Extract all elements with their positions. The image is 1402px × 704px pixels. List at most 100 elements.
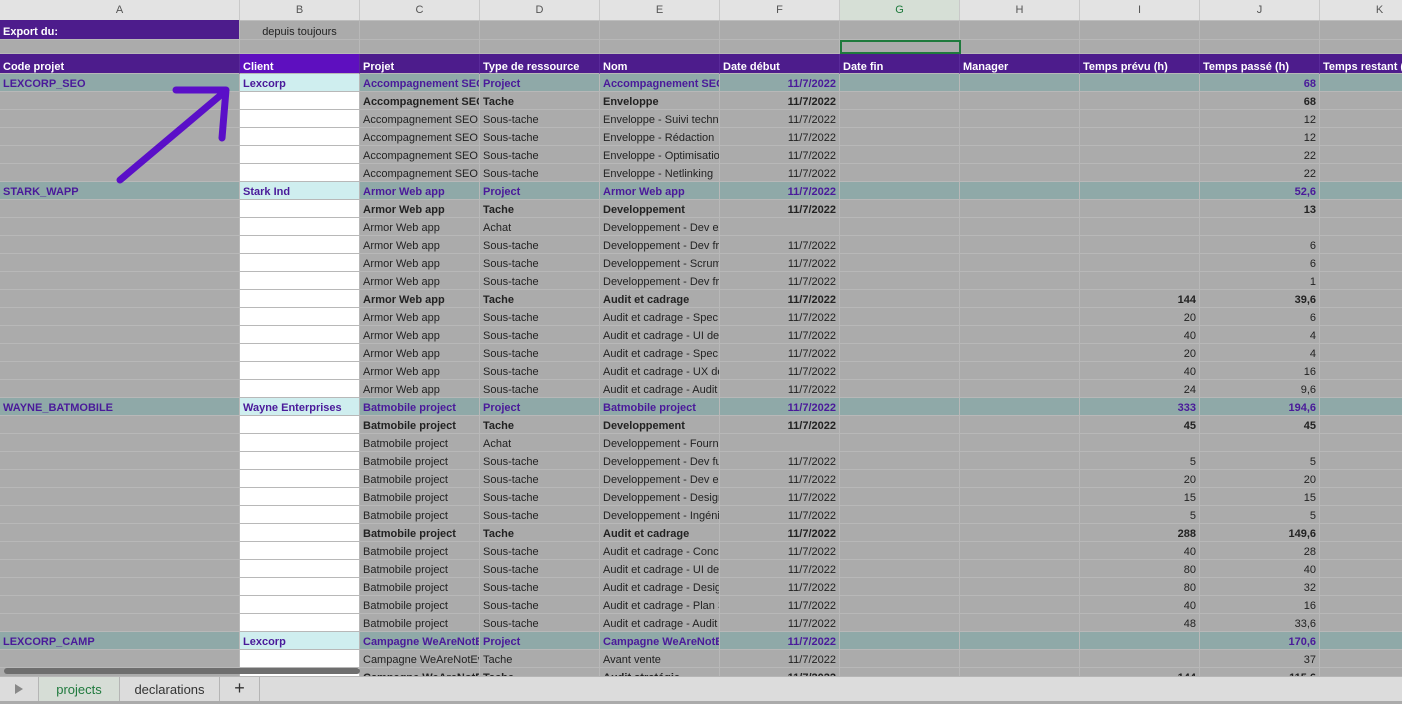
cell[interactable]: 11/7/2022 (720, 164, 840, 182)
cell[interactable] (1320, 506, 1402, 524)
cell[interactable] (0, 40, 240, 54)
cell[interactable] (840, 452, 960, 470)
cell[interactable] (960, 40, 1080, 54)
cell[interactable]: 11/7/2022 (720, 254, 840, 272)
code-projet-cell[interactable] (0, 308, 240, 326)
cell[interactable] (1320, 434, 1402, 452)
column-header[interactable]: Code projet (0, 54, 240, 74)
cell[interactable]: 6 (1200, 236, 1320, 254)
cell[interactable] (1200, 218, 1320, 236)
cell[interactable]: Sous-tache (480, 146, 600, 164)
cell[interactable]: 28 (1200, 542, 1320, 560)
cell[interactable]: 194,6 (1200, 398, 1320, 416)
cell[interactable]: Sous-tache (480, 254, 600, 272)
cell[interactable]: Tache (480, 524, 600, 542)
cell[interactable]: Sous-tache (480, 542, 600, 560)
cell[interactable]: Audit et cadrage - Spec (600, 344, 720, 362)
cell[interactable]: 16 (1200, 596, 1320, 614)
cell[interactable]: 11/7/2022 (720, 380, 840, 398)
cell[interactable]: Batmobile project (360, 506, 480, 524)
cell[interactable] (1200, 20, 1320, 40)
cell[interactable] (840, 254, 960, 272)
code-projet-cell[interactable] (0, 452, 240, 470)
column-letter-a[interactable]: A (0, 0, 240, 20)
column-header[interactable]: Type de ressource (480, 54, 600, 74)
cell[interactable] (960, 560, 1080, 578)
cell[interactable] (1320, 326, 1402, 344)
cell[interactable]: Enveloppe - Rédaction (600, 128, 720, 146)
cell[interactable] (960, 308, 1080, 326)
cell[interactable] (960, 614, 1080, 632)
cell[interactable]: Batmobile project (360, 470, 480, 488)
cell[interactable] (960, 398, 1080, 416)
cell[interactable]: 11/7/2022 (720, 290, 840, 308)
cell[interactable] (1080, 272, 1200, 290)
column-letter-b[interactable]: B (240, 0, 360, 20)
cell[interactable]: Accompagnement SEO A (360, 92, 480, 110)
cell[interactable] (960, 524, 1080, 542)
cell[interactable]: Audit et cadrage - UI de (600, 560, 720, 578)
cell[interactable]: Audit et cadrage - UI de (600, 326, 720, 344)
cell[interactable]: 333 (1080, 398, 1200, 416)
cell[interactable]: 22 (1200, 164, 1320, 182)
client-cell[interactable] (240, 92, 360, 110)
client-cell[interactable] (240, 128, 360, 146)
client-cell[interactable] (240, 308, 360, 326)
client-cell[interactable] (240, 614, 360, 632)
cell[interactable]: Audit et cadrage - Audit (600, 380, 720, 398)
cell[interactable] (1320, 452, 1402, 470)
cell[interactable] (1320, 542, 1402, 560)
cell[interactable]: 15 (1080, 488, 1200, 506)
cell[interactable] (840, 416, 960, 434)
cell[interactable]: 11/7/2022 (720, 326, 840, 344)
column-letter-c[interactable]: C (360, 0, 480, 20)
cell[interactable] (960, 362, 1080, 380)
cell[interactable]: 6 (1200, 308, 1320, 326)
cell[interactable]: Sous-tache (480, 578, 600, 596)
cell[interactable]: 20 (1080, 308, 1200, 326)
cell[interactable]: Enveloppe - Netlinking (600, 164, 720, 182)
cell[interactable] (1320, 254, 1402, 272)
cell[interactable] (1320, 74, 1402, 92)
cell[interactable]: Campagne WeAreNotEv (600, 632, 720, 650)
cell[interactable] (1320, 218, 1402, 236)
cell[interactable]: 11/7/2022 (720, 452, 840, 470)
cell[interactable] (960, 578, 1080, 596)
cell[interactable] (1080, 164, 1200, 182)
cell[interactable]: Audit et cadrage (600, 524, 720, 542)
cell[interactable]: Armor Web app (360, 218, 480, 236)
cell[interactable] (840, 20, 960, 40)
code-projet-cell[interactable] (0, 596, 240, 614)
code-projet-cell[interactable] (0, 362, 240, 380)
code-projet-cell[interactable] (0, 524, 240, 542)
cell[interactable] (960, 344, 1080, 362)
cell[interactable] (1080, 632, 1200, 650)
cell[interactable]: Enveloppe - Optimisatio (600, 146, 720, 164)
cell[interactable]: Batmobile project (360, 596, 480, 614)
cell[interactable] (1080, 92, 1200, 110)
cell[interactable] (960, 632, 1080, 650)
code-projet-cell[interactable] (0, 578, 240, 596)
cell[interactable]: Armor Web app (360, 254, 480, 272)
cell[interactable]: 4 (1200, 344, 1320, 362)
cell[interactable] (1080, 254, 1200, 272)
column-letter-g[interactable]: G (840, 0, 960, 20)
cell[interactable]: Batmobile project (360, 560, 480, 578)
cell[interactable]: 11/7/2022 (720, 128, 840, 146)
code-projet-cell[interactable] (0, 560, 240, 578)
code-projet-cell[interactable] (0, 326, 240, 344)
cell[interactable] (1320, 92, 1402, 110)
cell[interactable] (1080, 40, 1200, 54)
code-projet-cell[interactable] (0, 416, 240, 434)
cell[interactable]: 11/7/2022 (720, 308, 840, 326)
column-letter-i[interactable]: I (1080, 0, 1200, 20)
cell[interactable] (840, 290, 960, 308)
client-cell[interactable] (240, 524, 360, 542)
cell[interactable] (1320, 146, 1402, 164)
cell[interactable]: 11/7/2022 (720, 524, 840, 542)
cell[interactable] (1320, 182, 1402, 200)
cell[interactable]: 11/7/2022 (720, 470, 840, 488)
code-projet-cell[interactable] (0, 488, 240, 506)
column-header[interactable]: Projet (360, 54, 480, 74)
cell[interactable] (1080, 434, 1200, 452)
